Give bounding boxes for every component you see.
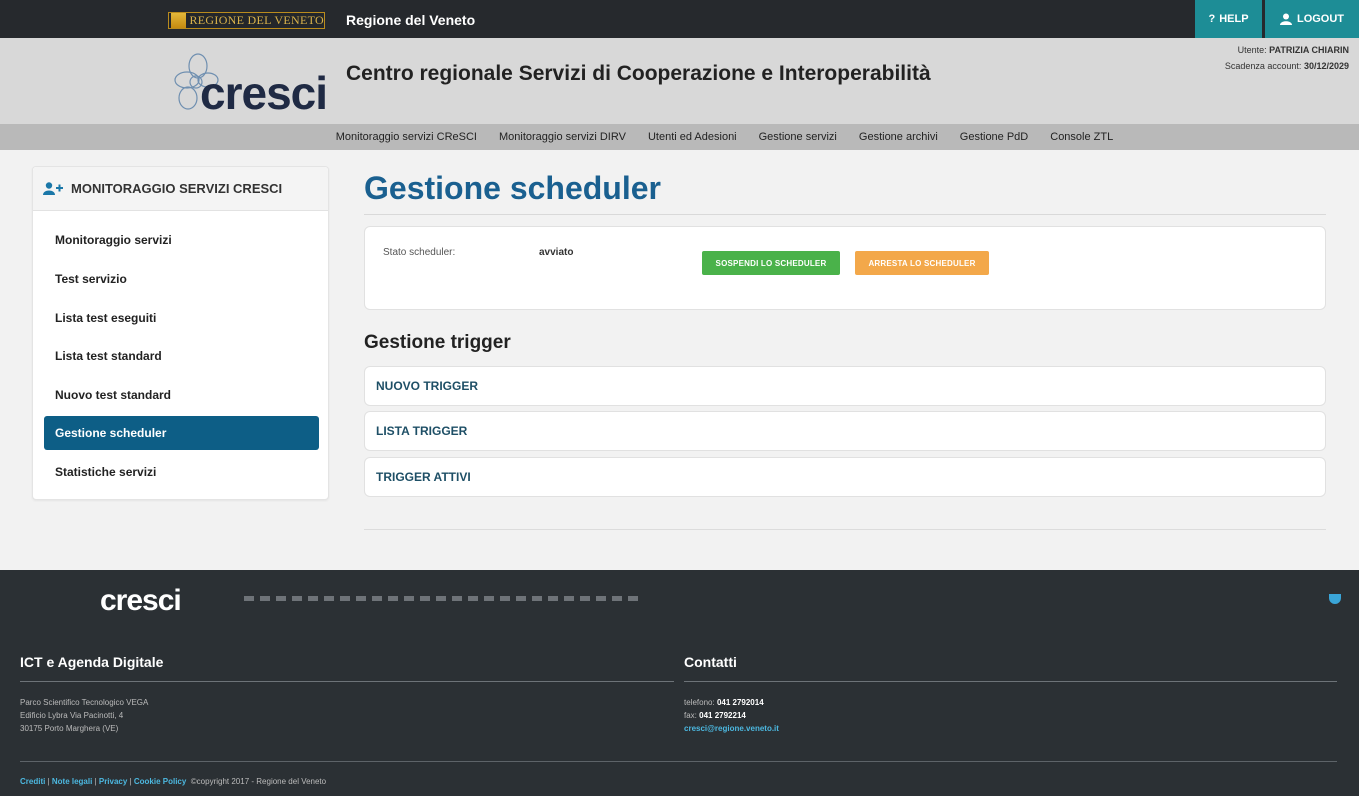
sidebar-item-nuovo-test-standard[interactable]: Nuovo test standard	[44, 378, 319, 412]
address-line: 30175 Porto Marghera (VE)	[20, 724, 119, 733]
help-label: HELP	[1219, 13, 1249, 25]
main-area: MONITORAGGIO SERVIZI CRESCI Monitoraggio…	[0, 150, 1359, 570]
footer-left-divider	[20, 681, 674, 682]
sidebar-header: MONITORAGGIO SERVIZI CRESCI	[33, 167, 328, 211]
regione-logo-text: REGIONE DEL VENETO	[189, 13, 324, 27]
link-privacy[interactable]: Privacy	[99, 777, 127, 786]
user-info: Utente: PATRIZIA CHIARIN Scadenza accoun…	[1225, 42, 1349, 74]
address-line: Parco Scientifico Tecnologico VEGA	[20, 698, 149, 707]
footer-contacts: telefono: 041 2792014 fax: 041 2792214 c…	[684, 696, 779, 735]
cresci-logo-text: cresci	[200, 67, 328, 119]
nav-item-gestione-pdd[interactable]: Gestione PdD	[949, 131, 1039, 143]
fax-number: 041 2792214	[699, 711, 746, 720]
nav-item-console-ztl[interactable]: Console ZTL	[1039, 131, 1124, 143]
sidebar-item-lista-test-eseguiti[interactable]: Lista test eseguiti	[44, 301, 319, 335]
user-name: PATRIZIA CHIARIN	[1269, 45, 1349, 55]
header: cresci Centro regionale Servizi di Coope…	[0, 38, 1359, 124]
scheduler-state-label: Stato scheduler:	[383, 247, 456, 258]
link-cookie-policy[interactable]: Cookie Policy	[134, 777, 186, 786]
user-add-icon	[43, 182, 63, 195]
regione-name[interactable]: Regione del Veneto	[346, 12, 475, 28]
phone-number: 041 2792014	[716, 698, 764, 707]
title-divider	[364, 214, 1326, 215]
nav-item-gestione-archivi[interactable]: Gestione archivi	[848, 131, 949, 143]
copyright: ©copyright 2017 - Regione del Veneto	[190, 777, 327, 786]
link-crediti[interactable]: Crediti	[20, 777, 45, 786]
question-icon: ?	[1208, 13, 1216, 25]
footer-address: Parco Scientifico Tecnologico VEGA Edifi…	[20, 696, 148, 735]
sidebar-item-statistiche-servizi[interactable]: Statistiche servizi	[44, 455, 319, 489]
help-button[interactable]: ? HELP	[1195, 0, 1262, 38]
page-title: Gestione scheduler	[364, 170, 661, 206]
footer-contacts-title: Contatti	[684, 654, 737, 670]
suspend-scheduler-button[interactable]: SOSPENDI LO SCHEDULER	[702, 251, 840, 275]
footer: cresci ICT e Agenda Digitale Parco Scien…	[0, 570, 1359, 796]
sidebar-title: MONITORAGGIO SERVIZI CRESCI	[71, 181, 283, 196]
user-label: Utente:	[1237, 45, 1267, 55]
footer-bottom-divider	[20, 761, 1337, 762]
stop-scheduler-button[interactable]: ARRESTA LO SCHEDULER	[855, 251, 989, 275]
sidebar: MONITORAGGIO SERVIZI CRESCI Monitoraggio…	[32, 166, 329, 500]
top-bar: REGIONE DEL VENETO Regione del Veneto ? …	[0, 0, 1359, 38]
nav-item-gestione-servizi[interactable]: Gestione servizi	[748, 131, 848, 143]
scheduler-panel: Stato scheduler: avviato SOSPENDI LO SCH…	[364, 226, 1326, 310]
footer-cresci-logo: cresci	[100, 584, 182, 617]
phone-label: telefono:	[684, 698, 715, 707]
crest-icon	[171, 13, 186, 28]
footer-logo-subtitle	[244, 596, 644, 601]
sidebar-item-gestione-scheduler[interactable]: Gestione scheduler	[44, 416, 319, 450]
accordion-lista-trigger[interactable]: LISTA TRIGGER	[364, 411, 1326, 451]
cresci-logo[interactable]: cresci	[168, 48, 328, 119]
footer-ict-title: ICT e Agenda Digitale	[20, 654, 164, 670]
logout-label: LOGOUT	[1296, 13, 1345, 25]
scroll-top-icon[interactable]	[1329, 594, 1341, 604]
trigger-section-title: Gestione trigger	[364, 332, 511, 353]
link-note-legali[interactable]: Note legali	[52, 777, 92, 786]
sidebar-item-monitoraggio-servizi[interactable]: Monitoraggio servizi	[44, 223, 319, 257]
regione-veneto-logo[interactable]: REGIONE DEL VENETO	[168, 12, 325, 29]
sidebar-item-lista-test-standard[interactable]: Lista test standard	[44, 339, 319, 373]
address-line: Edificio Lybra Via Pacinotti, 4	[20, 711, 124, 720]
nav-item-monitoraggio-cresci[interactable]: Monitoraggio servizi CReSCI	[325, 131, 488, 143]
footer-links: Crediti | Note legali | Privacy | Cookie…	[20, 777, 327, 786]
content-divider	[364, 529, 1326, 530]
content: Gestione scheduler Stato scheduler: avvi…	[364, 166, 1326, 530]
expiry-date: 30/12/2029	[1303, 61, 1349, 71]
logout-button[interactable]: LOGOUT	[1265, 0, 1359, 38]
footer-right-divider	[684, 681, 1337, 682]
expiry-label: Scadenza account:	[1224, 61, 1302, 71]
nav-item-utenti-adesioni[interactable]: Utenti ed Adesioni	[637, 131, 748, 143]
user-icon	[1279, 13, 1292, 25]
scheduler-state-value: avviato	[539, 247, 574, 258]
accordion-trigger-attivi[interactable]: TRIGGER ATTIVI	[364, 457, 1326, 497]
accordion-nuovo-trigger[interactable]: NUOVO TRIGGER	[364, 366, 1326, 406]
fax-label: fax:	[684, 711, 697, 720]
sidebar-item-test-servizio[interactable]: Test servizio	[44, 262, 319, 296]
main-nav: Monitoraggio servizi CReSCI Monitoraggio…	[0, 124, 1359, 150]
email-link[interactable]: cresci@regione.veneto.it	[684, 724, 779, 733]
nav-item-monitoraggio-dirv[interactable]: Monitoraggio servizi DIRV	[488, 131, 637, 143]
site-title: Centro regionale Servizi di Cooperazione…	[346, 62, 931, 85]
